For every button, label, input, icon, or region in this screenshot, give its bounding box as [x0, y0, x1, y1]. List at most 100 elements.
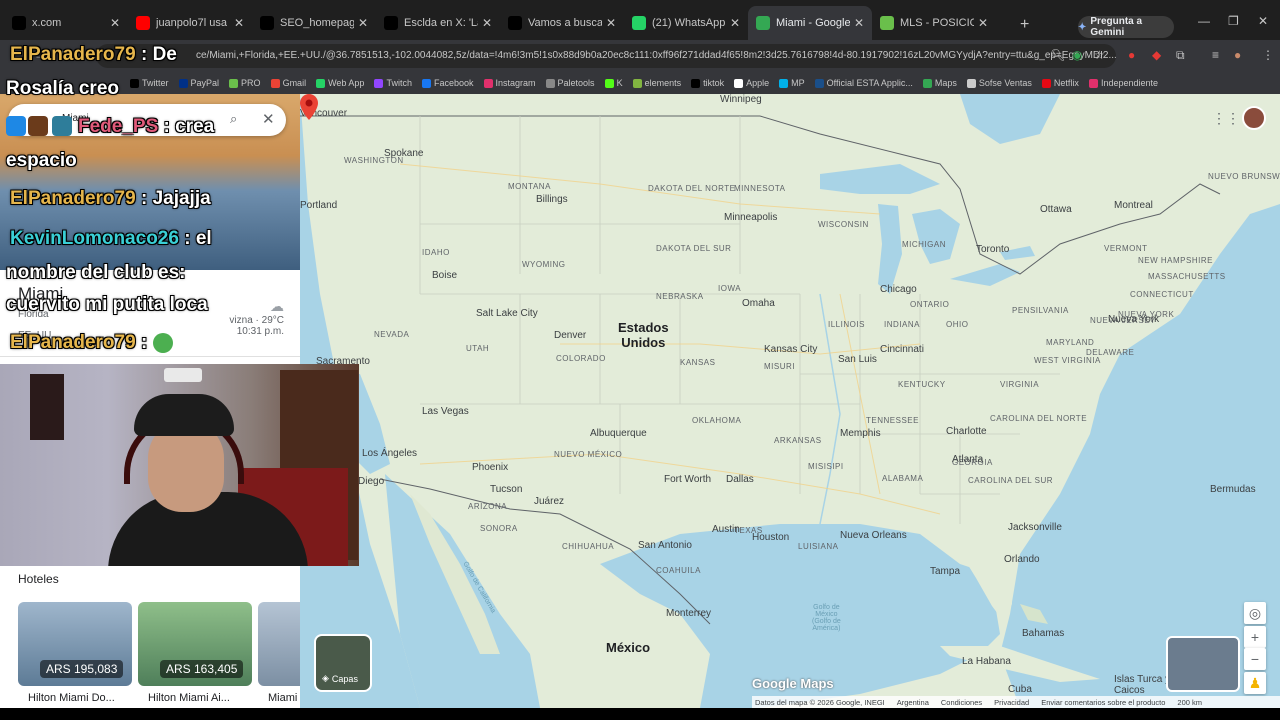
tab-close-icon[interactable]: ✕ [482, 16, 492, 30]
map-city-label[interactable]: Monterrey [666, 608, 711, 619]
tab-close-icon[interactable]: ✕ [730, 16, 740, 30]
tab-close-icon[interactable]: ✕ [854, 16, 864, 30]
my-location-icon[interactable]: ◎ [1244, 602, 1266, 624]
close-icon[interactable]: ✕ [262, 110, 275, 128]
close-window-icon[interactable]: ✕ [1258, 14, 1268, 28]
map-city-label[interactable]: Billings [536, 194, 568, 205]
hotel-card[interactable]: ARS 195,083 [18, 602, 132, 686]
tab-3[interactable]: Esclda en X: 'La única ✕ [376, 6, 500, 40]
map-city-label[interactable]: Memphis [840, 428, 881, 439]
zoom-in-button[interactable]: + [1244, 626, 1266, 648]
bookmark-item[interactable]: Twitch [374, 78, 412, 88]
map-footer-item[interactable]: 200 km [1177, 698, 1202, 707]
tab-5[interactable]: (21) WhatsApp ✕ [624, 6, 748, 40]
bookmark-item[interactable]: elements [632, 78, 681, 88]
map-city-label[interactable]: Tampa [930, 566, 960, 577]
map-city-label[interactable]: Montreal [1114, 200, 1153, 211]
map-city-label[interactable]: San Luis [838, 354, 877, 365]
media-icon[interactable]: ≡ [1212, 48, 1219, 62]
bookmark-item[interactable]: MP [779, 78, 805, 88]
map-city-label[interactable]: Boise [432, 270, 457, 281]
new-tab-icon[interactable]: + [1020, 16, 1029, 34]
account-avatar[interactable] [1242, 106, 1266, 130]
restore-icon[interactable]: ❐ [1228, 14, 1239, 28]
map-canvas[interactable]: WASHINGTON MONTANA DAKOTA DEL NORTE MINNESO… [300, 94, 1280, 708]
map-city-label[interactable]: Cincinnati [880, 344, 924, 355]
tab-0[interactable]: x.com ✕ [4, 6, 128, 40]
tab-2[interactable]: SEO_homepage_title ✕ [252, 6, 376, 40]
bookmark-item[interactable]: Facebook [421, 78, 474, 88]
map-city-label[interactable]: Atlanta [952, 454, 983, 465]
bookmark-item[interactable]: Official ESTA Applic... [814, 78, 913, 88]
map-city-label[interactable]: Charlotte [946, 426, 987, 437]
bookmark-item[interactable]: Instagram [483, 78, 536, 88]
bookmark-item[interactable]: Twitter [130, 78, 169, 88]
hotel-name[interactable]: Hilton Miami Do... [28, 692, 115, 704]
tab-7[interactable]: MLS - POSICIONES, F ✕ [872, 6, 996, 40]
bookmark-item[interactable]: Gmail [270, 78, 306, 88]
map-city-label[interactable]: Cuba [1008, 684, 1032, 695]
bookmark-item[interactable]: tiktok [691, 78, 724, 88]
map-city-label[interactable]: Orlando [1004, 554, 1040, 565]
bookmark-item[interactable]: Web App [316, 78, 364, 88]
map-city-label[interactable]: Austin [712, 524, 740, 535]
map-city-label[interactable]: Minneapolis [724, 212, 777, 223]
map-city-label[interactable]: Spokane [384, 148, 423, 159]
bookmark-item[interactable]: Netflix [1041, 78, 1079, 88]
location-pin-icon[interactable] [300, 94, 318, 120]
map-footer-item[interactable]: Condiciones [941, 698, 982, 707]
tab-close-icon[interactable]: ✕ [606, 16, 616, 30]
extension-red2-icon[interactable]: ◆ [1152, 48, 1161, 62]
map-city-label[interactable]: La Habana [962, 656, 1011, 667]
map-city-label[interactable]: Diego [358, 476, 384, 487]
search-icon[interactable]: ⌕ [230, 111, 237, 127]
tab-4[interactable]: Vamos a buscarlo cor ✕ [500, 6, 624, 40]
map-city-label[interactable]: Ottawa [1040, 204, 1072, 215]
map-city-label[interactable]: Denver [554, 330, 586, 341]
map-city-label[interactable]: Albuquerque [590, 428, 647, 439]
map-city-label[interactable]: Winnipeg [720, 94, 762, 105]
map-city-label[interactable]: Jacksonville [1008, 522, 1062, 533]
zoom-icon[interactable]: 🔍︎ [1050, 48, 1065, 62]
tab-close-icon[interactable]: ✕ [234, 16, 244, 30]
map-city-label[interactable]: Chicago [880, 284, 917, 295]
map-city-label[interactable]: Nueva York [1108, 314, 1159, 325]
extensions-puzzle-icon[interactable]: ⧉ [1176, 48, 1185, 63]
bookmark-item[interactable]: Sofse Ventas [966, 78, 1032, 88]
extension-red-icon[interactable]: ● [1128, 48, 1135, 62]
tab-6[interactable]: Miami - Google Map ✕ [748, 6, 872, 40]
menu-icon[interactable]: ⋮ [1262, 48, 1274, 62]
profile-avatar-icon[interactable]: ● [1234, 48, 1241, 62]
minimize-icon[interactable]: — [1198, 14, 1210, 28]
map-footer-item[interactable]: Argentina [897, 698, 929, 707]
hotel-card[interactable]: ARS 163,405 [138, 602, 252, 686]
tab-close-icon[interactable]: ✕ [358, 16, 368, 30]
bookmark-item[interactable]: Apple [734, 78, 769, 88]
map-city-label[interactable]: Portland [300, 200, 337, 211]
map-city-label[interactable]: Los Ángeles [362, 448, 417, 459]
map-city-label[interactable]: San Antonio [638, 540, 692, 551]
pegman-icon[interactable]: ♟ [1244, 672, 1266, 694]
extension-icon[interactable]: ◉ [1072, 48, 1082, 62]
street-view-thumbnail[interactable] [1166, 636, 1240, 692]
hotel-card[interactable] [258, 602, 300, 686]
bookmark-item[interactable]: K [604, 78, 623, 88]
map-city-label[interactable]: Houston [752, 532, 789, 543]
address-bar[interactable]: ce/Miami,+Florida,+EE.+UU./@36.7851513,-… [96, 44, 1116, 68]
bookmark-item[interactable]: Maps [922, 78, 957, 88]
map-city-label[interactable]: Bermudas [1210, 484, 1256, 495]
map-city-label[interactable]: Bahamas [1022, 628, 1064, 639]
zoom-out-button[interactable]: − [1244, 648, 1266, 670]
bookmark-item[interactable]: Paletools [545, 78, 595, 88]
map-footer-item[interactable]: Enviar comentarios sobre el producto [1041, 698, 1165, 707]
map-city-label[interactable]: Las Vegas [422, 406, 469, 417]
gemini-button[interactable]: ✦ Pregunta a Gemini [1078, 16, 1174, 38]
map-city-label[interactable]: Fort Worth [664, 474, 711, 485]
map-city-label[interactable]: Islas Turca y Caicos [1114, 674, 1174, 696]
tab-1[interactable]: juanpolo7l usa - YouT ✕ [128, 6, 252, 40]
hotel-name[interactable]: Hilton Miami Ai... [148, 692, 230, 704]
map-city-label[interactable]: Phoenix [472, 462, 508, 473]
layers-button[interactable]: ◈ Capas [314, 634, 372, 692]
tab-close-icon[interactable]: ✕ [978, 16, 988, 30]
bookmark-item[interactable]: PayPal [178, 78, 219, 88]
